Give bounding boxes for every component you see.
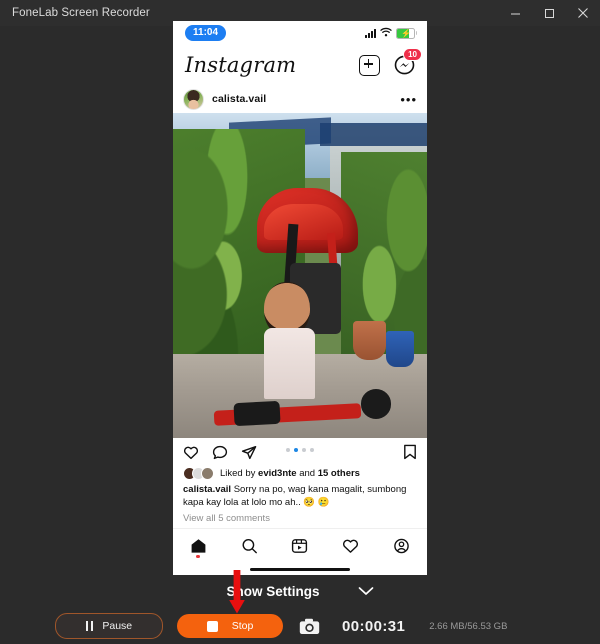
carousel-dot [310,448,314,452]
storage-usage: 2.66 MB/56.53 GB [429,620,508,632]
photo-child-body [264,327,316,399]
likes-row: Liked by evid3nte and 15 others [173,466,427,482]
post-header: calista.vail ••• [173,85,427,113]
post-action-bar [173,438,427,466]
photo-handle-grip [233,401,281,427]
photo-terracotta-pot [353,321,387,360]
status-icon-group: ⚡ [365,24,417,42]
signal-icon [365,28,376,38]
camera-icon[interactable] [299,618,320,635]
recording-timer: 00:00:31 [342,617,406,635]
instagram-logo: Instagram [185,53,297,77]
likes-user[interactable]: evid3nte [258,468,297,479]
nav-activity[interactable] [325,529,376,563]
instagram-bottom-nav [173,528,427,563]
recorder-control-bar: Pause Stop 00:00:31 2.66 MB/56.53 GB [0,608,600,644]
pause-button[interactable]: Pause [55,613,163,639]
likes-text[interactable]: Liked by evid3nte and 15 others [220,468,360,479]
bookmark-icon[interactable] [403,444,417,460]
carousel-dot-active [294,448,298,452]
home-indicator [250,568,350,571]
instagram-header-actions: 10 [359,47,422,76]
stop-button[interactable]: Stop [177,614,283,638]
chevron-down-icon[interactable] [358,586,374,596]
app-title: FoneLab Screen Recorder [12,7,150,19]
likes-prefix: Liked by [220,468,259,479]
capture-preview-region: 11:04 ⚡ Instagram 10 calista.vail ••• Li… [173,21,427,575]
share-icon[interactable] [241,445,257,460]
messenger-badge: 10 [403,47,422,62]
phone-status-bar: 11:04 ⚡ [173,21,427,45]
stop-icon [206,620,218,632]
nav-home-notification-dot [196,554,200,558]
app-window: FoneLab Screen Recorder 11:04 ⚡ Instagra… [0,0,600,644]
close-button[interactable] [566,0,600,26]
view-all-comments-link[interactable]: View all 5 comments [173,510,427,524]
carousel-dot [302,448,306,452]
post-username[interactable]: calista.vail [212,93,266,105]
avatar[interactable] [183,88,204,110]
caption-username[interactable]: calista.vail [183,484,231,495]
pause-icon [85,621,94,631]
comment-icon[interactable] [212,445,228,460]
window-controls [498,0,600,26]
instagram-header: Instagram 10 [173,45,427,85]
photo-roof [320,122,427,146]
nav-reels[interactable] [275,529,326,563]
photo-blue-pot [386,330,415,367]
likes-suffix: and [296,468,318,479]
nav-search[interactable] [224,529,275,563]
likes-others[interactable]: 15 others [318,468,360,479]
liker-avatars [183,467,214,480]
maximize-button[interactable] [532,0,566,26]
post-more-icon[interactable]: ••• [400,93,417,106]
pause-label: Pause [102,620,133,632]
plus-square-icon[interactable] [359,54,380,76]
nav-home[interactable] [173,529,224,563]
photo-wheel [360,389,392,419]
post-caption: calista.vail Sorry na po, wag kana magal… [173,482,427,510]
post-photo[interactable] [173,113,427,438]
messenger-icon[interactable]: 10 [394,47,422,76]
wifi-icon [380,24,392,42]
carousel-dot [286,448,290,452]
minimize-button[interactable] [498,0,532,26]
show-settings-bar[interactable]: Show Settings [0,578,600,604]
heart-icon[interactable] [183,445,199,460]
status-time: 11:04 [185,25,227,41]
nav-profile[interactable] [376,529,427,563]
battery-charging-icon: ⚡ [396,27,417,39]
stop-label: Stop [231,620,254,632]
